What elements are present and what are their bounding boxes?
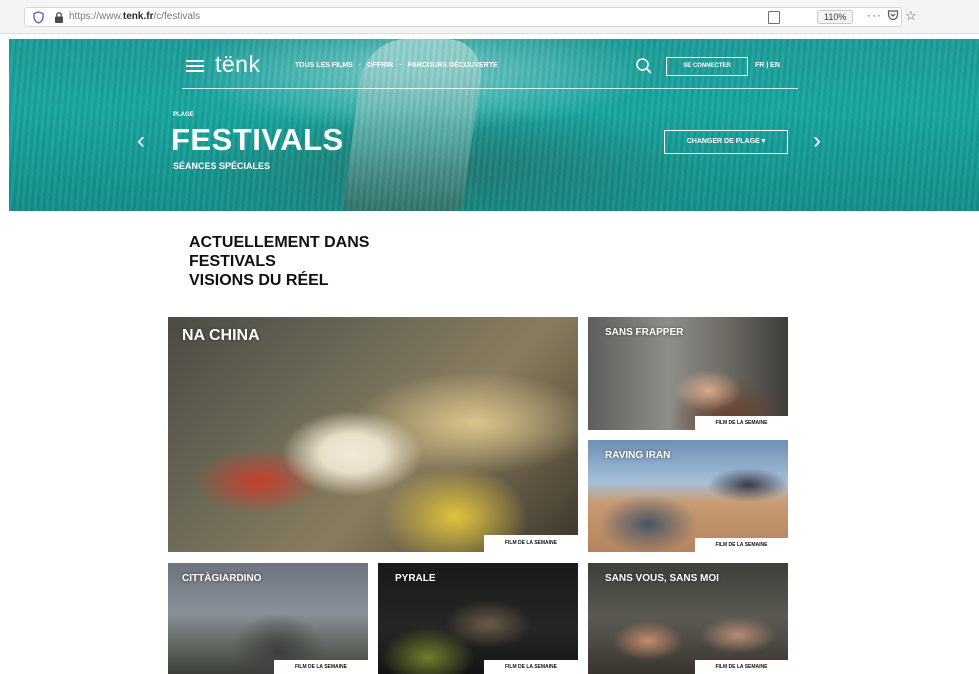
url-prefix: https://www. [69,11,123,22]
film-tile-sans-frapper[interactable]: SANS FRAPPER FILM DE LA SEMAINE [588,317,788,430]
film-tile-cittagiardino[interactable]: CITTÀGIARDINO FILM DE LA SEMAINE [168,563,368,674]
language-switch[interactable]: FR | EN [755,62,780,69]
film-of-week-badge: FILM DE LA SEMAINE [695,538,788,552]
url-path: /c/festivals [153,11,201,22]
chevron-right-icon[interactable]: › [813,127,821,155]
film-of-week-badge: FILM DE LA SEMAINE [484,535,578,552]
plage-label: PLAGE [173,112,194,118]
shield-icon[interactable] [33,11,44,24]
film-title: PYRALE [395,573,436,584]
film-of-week-badge: FILM DE LA SEMAINE [274,660,368,674]
film-title: RAVING IRAN [605,450,671,461]
nav-separator: · [358,62,362,69]
film-title: NA CHINA [182,327,260,344]
film-tile-sans-vous-sans-moi[interactable]: SANS VOUS, SANS MOI FILM DE LA SEMAINE [588,563,788,674]
nav-link-all-films[interactable]: TOUS LES FILMS [295,62,353,69]
nav-separator: · [399,62,402,69]
hero-banner: tënk TOUS LES FILMS · OFFRIR · PARCOURS … [9,39,979,211]
browser-toolbar: https://www.tenk.fr/c/festivals 110% ···… [0,0,979,34]
url-domain: tenk.fr [122,11,154,22]
nav-link-offer[interactable]: OFFRIR [367,62,393,69]
nav-links: TOUS LES FILMS · OFFRIR · PARCOURS DÉCOU… [295,62,498,69]
site-logo[interactable]: tënk [215,51,260,78]
heading-line: VISIONS DU RÉEL [189,272,329,289]
bookmark-star-icon[interactable]: ☆ [905,8,917,24]
film-of-week-badge: FILM DE LA SEMAINE [695,416,788,430]
more-icon[interactable]: ··· [867,8,882,22]
url-bar[interactable]: https://www.tenk.fr/c/festivals 110% ···… [24,7,917,27]
nav-divider [182,88,798,89]
film-title: SANS VOUS, SANS MOI [605,573,719,584]
lock-icon[interactable] [54,11,64,24]
hamburger-icon[interactable] [186,60,204,72]
nav-link-discovery[interactable]: PARCOURS DÉCOUVERTE [408,62,498,69]
zoom-level[interactable]: 110% [817,10,854,24]
pocket-icon[interactable] [887,9,899,24]
change-plage-button[interactable]: CHANGER DE PLAGE ▾ [664,130,788,154]
search-icon[interactable] [635,57,653,75]
film-of-week-badge: FILM DE LA SEMAINE [695,660,788,674]
main-nav: tënk TOUS LES FILMS · OFFRIR · PARCOURS … [182,49,798,89]
page-title: FESTIVALS [171,122,344,157]
connect-button[interactable]: SE CONNECTER [666,57,748,76]
section-heading: ACTUELLEMENT DANS FESTIVALS VISIONS DU R… [189,233,449,290]
heading-line: FESTIVALS [189,253,276,270]
film-of-week-badge: FILM DE LA SEMAINE [484,660,578,674]
chevron-left-icon[interactable]: ‹ [137,127,145,155]
film-title: SANS FRAPPER [605,327,684,338]
film-title: CITTÀGIARDINO [182,573,262,584]
film-tile-na-china[interactable]: NA CHINA FILM DE LA SEMAINE [168,317,578,552]
reader-icon[interactable] [768,11,780,24]
film-tile-raving-iran[interactable]: RAVING IRAN FILM DE LA SEMAINE [588,440,788,552]
url-text[interactable]: https://www.tenk.fr/c/festivals [69,11,200,22]
film-tile-pyrale[interactable]: PYRALE FILM DE LA SEMAINE [378,563,578,674]
heading-line: ACTUELLEMENT DANS [189,234,370,251]
page-subtitle: SÉANCES SPÉCIALES [173,161,271,171]
